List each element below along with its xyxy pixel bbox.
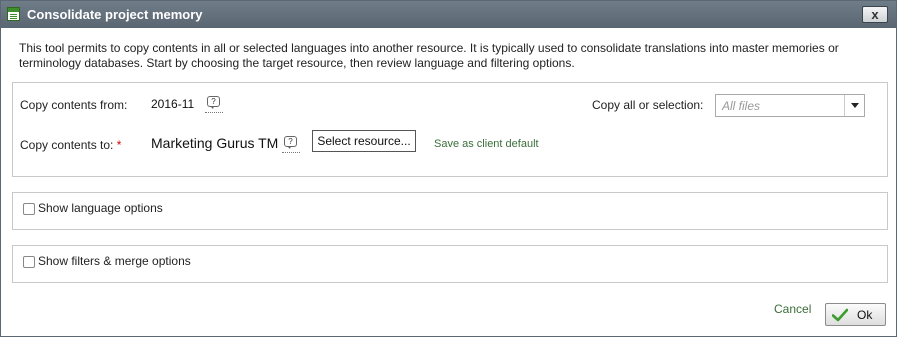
required-marker: * [116,138,122,152]
copy-to-label: Copy contents to: * [20,138,121,152]
file-selection-placeholder: All files [722,99,761,113]
dialog-title: Consolidate project memory [27,7,203,22]
consolidate-dialog: Consolidate project memory x This tool p… [0,0,897,337]
filters-options-checkbox[interactable] [23,256,35,268]
close-icon: x [871,7,879,22]
copy-to-label-text: Copy contents to: [20,138,114,152]
copy-from-label: Copy contents from: [20,98,128,112]
chevron-down-icon[interactable] [844,95,864,116]
file-selection-dropdown[interactable]: All files [715,94,865,117]
selection-label: Copy all or selection: [592,98,704,112]
close-button[interactable]: x [862,6,888,23]
language-options-panel: Show language options [12,192,888,230]
language-options-label[interactable]: Show language options [38,201,163,215]
copy-to-info-underline [282,152,300,153]
copy-from-info-icon[interactable]: ? [207,96,220,109]
copy-to-info-icon[interactable]: ? [284,136,297,149]
dialog-titlebar[interactable]: Consolidate project memory x [1,1,896,28]
language-options-checkbox[interactable] [23,203,35,215]
filters-options-panel: Show filters & merge options [12,245,888,283]
copy-from-info-underline [205,112,223,113]
copy-from-value: 2016-11 [151,97,195,111]
dialog-app-icon [7,7,20,21]
copy-settings-panel: Copy contents from: 2016-11 ? Copy conte… [12,82,888,177]
save-client-default-link[interactable]: Save as client default [434,138,539,150]
select-resource-button[interactable]: Select resource... [312,130,416,152]
cancel-link[interactable]: Cancel [774,302,811,316]
filters-options-label[interactable]: Show filters & merge options [38,254,191,268]
ok-button[interactable]: Ok [825,303,886,326]
copy-to-value: Marketing Gurus TM [151,135,279,151]
intro-text: This tool permits to copy contents in al… [19,41,839,70]
checkmark-icon [832,308,848,322]
ok-label: Ok [857,308,873,322]
